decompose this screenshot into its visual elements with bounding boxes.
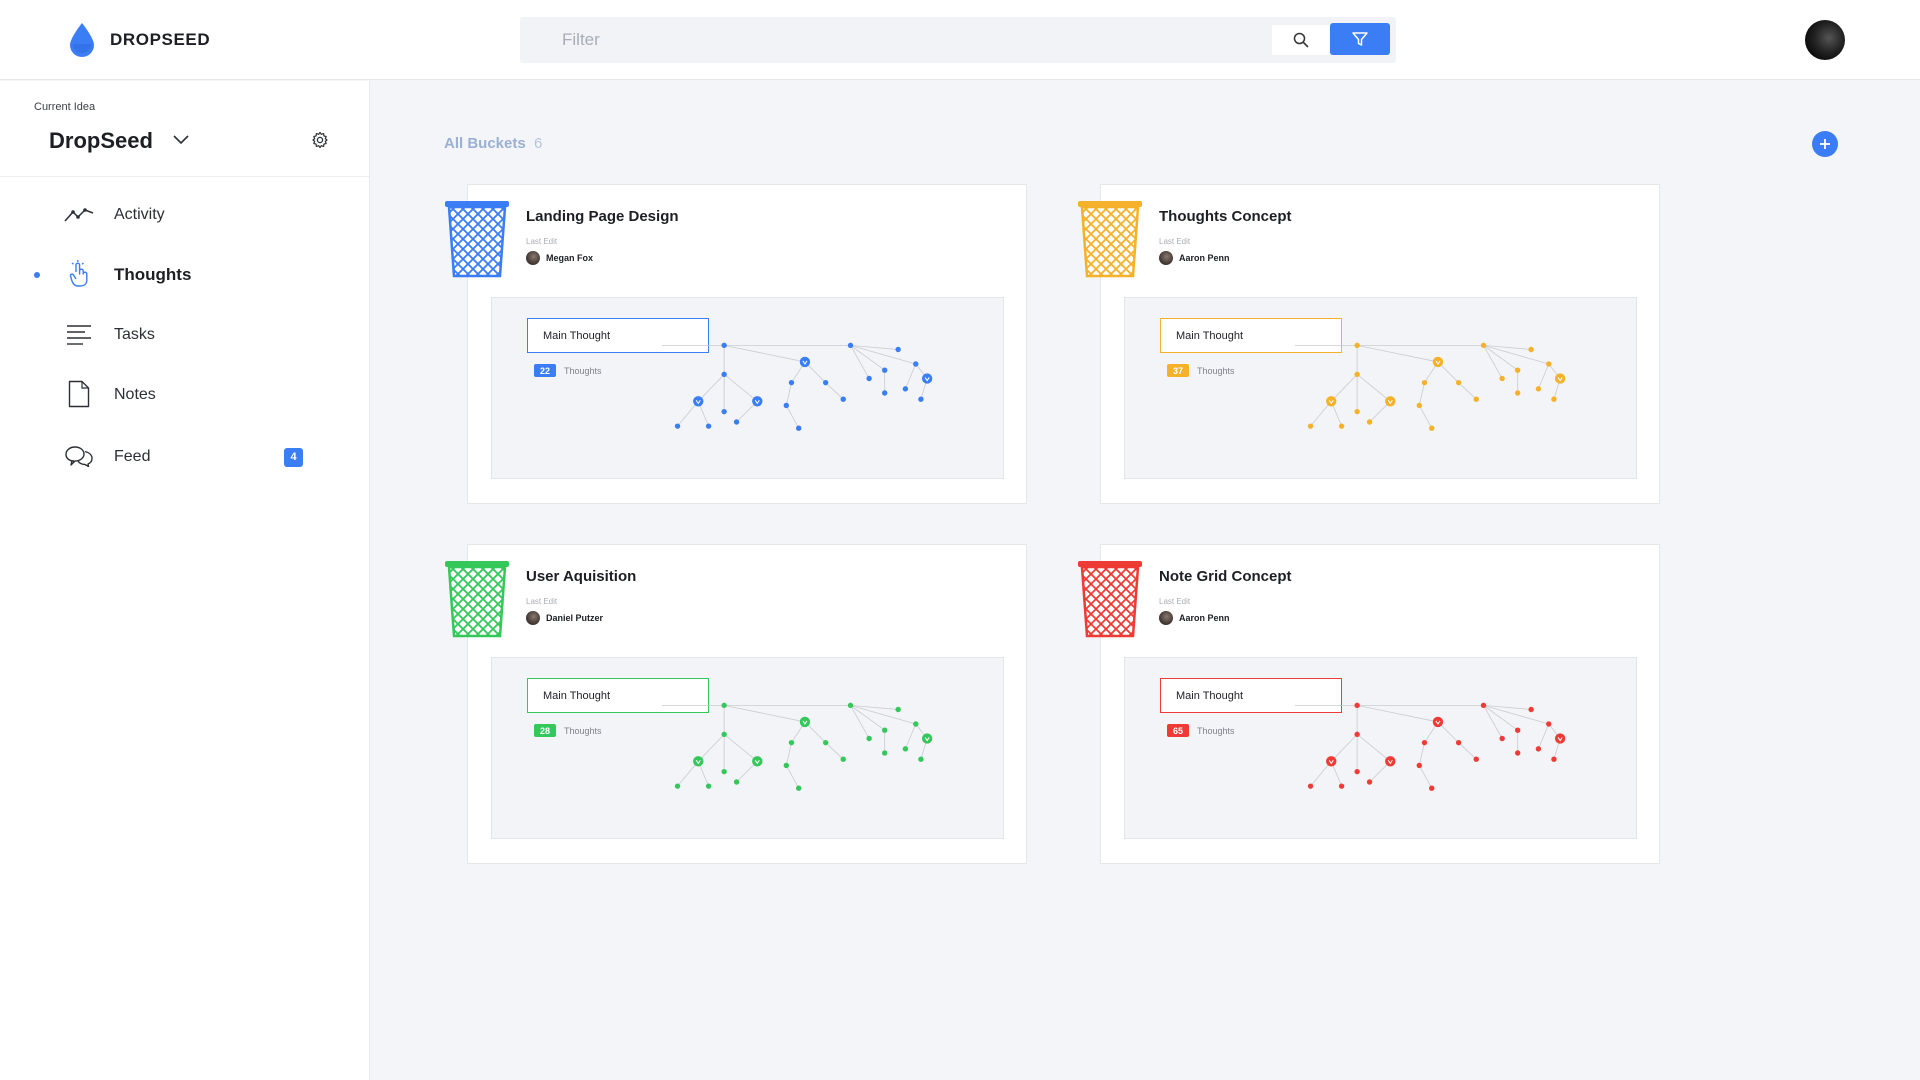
editor-avatar bbox=[1159, 611, 1173, 625]
add-bucket-button[interactable] bbox=[1812, 131, 1838, 157]
sidebar-item-notes[interactable]: Notes bbox=[0, 375, 369, 415]
bucket-icon bbox=[1078, 561, 1142, 638]
thought-count: 37 Thoughts bbox=[1167, 364, 1235, 377]
thought-count-label: Thoughts bbox=[1197, 365, 1235, 376]
sidebar-item-activity[interactable]: Activity bbox=[0, 195, 369, 235]
filter-button[interactable] bbox=[1330, 23, 1390, 55]
activity-icon bbox=[64, 199, 94, 229]
mindmap-preview[interactable]: Main Thought 65 Thoughts bbox=[1124, 657, 1637, 839]
thought-count-label: Thoughts bbox=[1197, 725, 1235, 736]
notes-icon bbox=[64, 379, 94, 409]
gear-icon[interactable] bbox=[311, 131, 329, 149]
thought-count: 28 Thoughts bbox=[534, 724, 602, 737]
thought-count-label: Thoughts bbox=[564, 365, 602, 376]
touch-icon bbox=[64, 259, 94, 289]
app-name: DROPSEED bbox=[110, 30, 211, 49]
sidebar-item-label: Thoughts bbox=[114, 265, 192, 284]
editor-avatar bbox=[1159, 251, 1173, 265]
bucket-title[interactable]: Note Grid Concept bbox=[1159, 568, 1292, 585]
search-button[interactable] bbox=[1272, 25, 1330, 55]
thought-tree bbox=[662, 702, 933, 791]
last-edit-label: Last Edit bbox=[1159, 237, 1191, 246]
tasks-icon bbox=[64, 319, 94, 349]
thought-tree bbox=[1295, 342, 1566, 431]
filter-input[interactable] bbox=[520, 17, 1270, 63]
thought-tree bbox=[662, 342, 933, 431]
mindmap-preview[interactable]: Main Thought 28 Thoughts bbox=[491, 657, 1004, 839]
sidebar: Current Idea DropSeed Activity Thoughts … bbox=[0, 81, 370, 1080]
section-count: 6 bbox=[534, 135, 543, 152]
editor-name: Aaron Penn bbox=[1179, 613, 1230, 623]
thought-tree bbox=[1295, 702, 1566, 791]
sidebar-item-label: Tasks bbox=[114, 326, 155, 343]
bucket-icon bbox=[445, 561, 509, 638]
sidebar-item-label: Notes bbox=[114, 386, 156, 403]
filter-bar bbox=[520, 17, 1396, 63]
section-title: All Buckets bbox=[444, 135, 526, 152]
thought-count-badge: 22 bbox=[534, 364, 556, 377]
last-editor: Megan Fox bbox=[526, 251, 593, 265]
thought-count: 22 Thoughts bbox=[534, 364, 602, 377]
last-edit-label: Last Edit bbox=[526, 237, 558, 246]
editor-name: Aaron Penn bbox=[1179, 253, 1230, 263]
last-edit-label: Last Edit bbox=[526, 597, 558, 606]
funnel-icon bbox=[1352, 32, 1368, 46]
active-indicator bbox=[34, 272, 40, 278]
last-edit-label: Last Edit bbox=[1159, 597, 1191, 606]
sidebar-divider bbox=[0, 176, 369, 177]
drop-logo-icon bbox=[70, 23, 94, 57]
sidebar-item-feed[interactable]: Feed 4 bbox=[0, 437, 369, 477]
user-avatar[interactable] bbox=[1805, 20, 1845, 60]
last-editor: Daniel Putzer bbox=[526, 611, 603, 625]
bucket-title[interactable]: Landing Page Design bbox=[526, 208, 679, 225]
mindmap-preview[interactable]: Main Thought 22 Thoughts bbox=[491, 297, 1004, 479]
bucket-icon bbox=[1078, 201, 1142, 278]
app-logo[interactable]: DROPSEED bbox=[68, 22, 210, 58]
bucket-card-user-aquisition[interactable]: User Aquisition Last Edit Daniel Putzer Mai… bbox=[467, 544, 1027, 864]
mindmap-preview[interactable]: Main Thought 37 Thoughts bbox=[1124, 297, 1637, 479]
bucket-title[interactable]: Thoughts Concept bbox=[1159, 208, 1291, 225]
bucket-card-note-grid-concept[interactable]: Note Grid Concept Last Edit Aaron Penn Main… bbox=[1100, 544, 1660, 864]
thought-count-badge: 28 bbox=[534, 724, 556, 737]
sidebar-item-label: Feed bbox=[114, 448, 151, 465]
bucket-icon bbox=[445, 201, 509, 278]
thought-count-badge: 37 bbox=[1167, 364, 1189, 377]
last-editor: Aaron Penn bbox=[1159, 251, 1230, 265]
chevron-down-icon[interactable] bbox=[172, 133, 190, 145]
editor-avatar bbox=[526, 251, 540, 265]
thought-count: 65 Thoughts bbox=[1167, 724, 1235, 737]
search-icon bbox=[1293, 32, 1309, 48]
editor-name: Daniel Putzer bbox=[546, 613, 604, 623]
thought-count-badge: 65 bbox=[1167, 724, 1189, 737]
sidebar-item-tasks[interactable]: Tasks bbox=[0, 315, 369, 355]
sidebar-item-label: Activity bbox=[114, 206, 165, 223]
thought-count-label: Thoughts bbox=[564, 725, 602, 736]
plus-icon bbox=[1820, 139, 1830, 149]
idea-name[interactable]: DropSeed bbox=[49, 128, 153, 154]
current-idea-label: Current Idea bbox=[34, 101, 96, 113]
feed-icon bbox=[64, 441, 94, 471]
bucket-title[interactable]: User Aquisition bbox=[526, 568, 636, 585]
bucket-card-landing-page-design[interactable]: Landing Page Design Last Edit Megan Fox Mai… bbox=[467, 184, 1027, 504]
editor-avatar bbox=[526, 611, 540, 625]
top-bar: DROPSEED bbox=[0, 0, 1920, 80]
last-editor: Aaron Penn bbox=[1159, 611, 1230, 625]
bucket-card-thoughts-concept[interactable]: Thoughts Concept Last Edit Aaron Penn Main … bbox=[1100, 184, 1660, 504]
sidebar-item-thoughts[interactable]: Thoughts bbox=[0, 255, 369, 295]
feed-count-badge: 4 bbox=[284, 447, 303, 467]
editor-name: Megan Fox bbox=[546, 253, 594, 263]
